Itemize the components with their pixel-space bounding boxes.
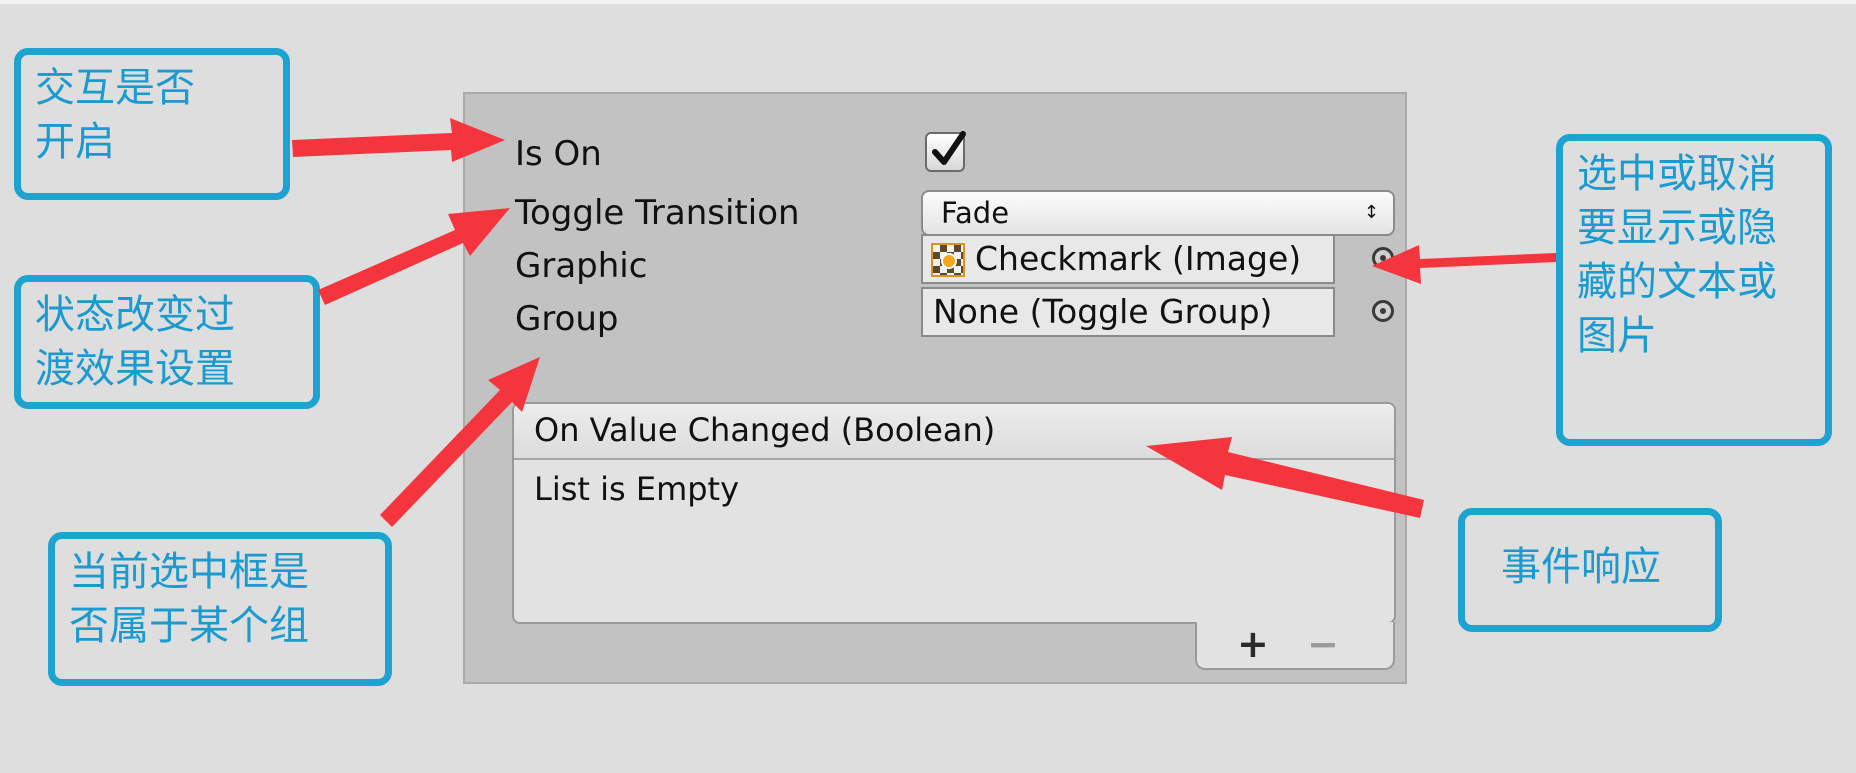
arrow-transition: [318, 208, 510, 305]
arrow-is-on: [292, 118, 505, 162]
arrow-group: [380, 357, 540, 527]
arrow-graphic: [1372, 245, 1556, 284]
annotation-arrows: [292, 118, 1556, 527]
arrow-event: [1146, 437, 1424, 518]
